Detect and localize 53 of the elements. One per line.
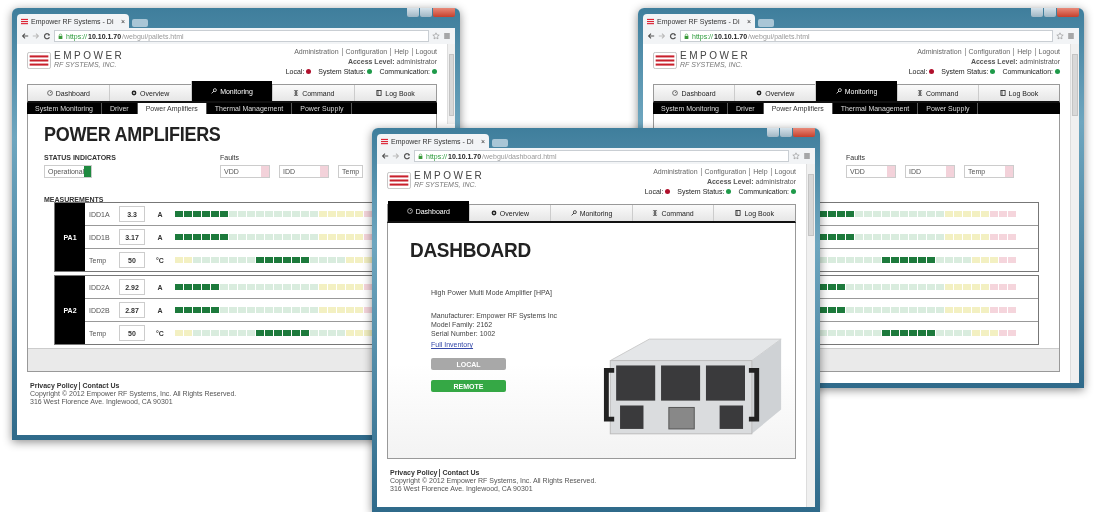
star-icon[interactable] — [792, 152, 800, 160]
new-tab-button[interactable] — [758, 19, 774, 27]
close-button[interactable] — [433, 8, 455, 17]
star-icon[interactable] — [1056, 32, 1064, 40]
minimize-button[interactable] — [1031, 8, 1043, 17]
forward-arrow-icon[interactable] — [658, 32, 666, 40]
new-tab-button[interactable] — [492, 139, 508, 147]
logo-icon — [387, 171, 411, 189]
maximize-button[interactable] — [780, 128, 792, 137]
logo-icon — [27, 51, 51, 69]
minimize-button[interactable] — [767, 128, 779, 137]
back-arrow-icon[interactable] — [21, 32, 29, 40]
lock-icon — [58, 32, 63, 40]
back-arrow-icon[interactable] — [381, 152, 389, 160]
gear-icon — [131, 90, 138, 96]
book-icon — [999, 90, 1006, 96]
reload-icon[interactable] — [43, 32, 51, 40]
book-icon — [376, 90, 383, 96]
forward-arrow-icon[interactable] — [392, 152, 400, 160]
key-icon — [211, 88, 218, 94]
page-title: POWER AMPLIFIERS — [44, 122, 221, 146]
scrollbar[interactable] — [1070, 44, 1079, 383]
scrollbar[interactable] — [806, 164, 815, 507]
back-arrow-icon[interactable] — [647, 32, 655, 40]
gauge-icon — [46, 90, 53, 96]
book-icon — [735, 210, 742, 216]
maximize-button[interactable] — [420, 8, 432, 17]
gauge-icon — [672, 90, 679, 96]
company-name: EMPOWER — [680, 51, 751, 61]
key-icon — [570, 210, 577, 216]
gear-icon — [490, 210, 497, 216]
page-icon — [381, 137, 388, 145]
company-name: EMPOWER — [414, 171, 485, 181]
reload-icon[interactable] — [403, 152, 411, 160]
page-icon — [21, 17, 28, 25]
reload-icon[interactable] — [669, 32, 677, 40]
company-name: EMPOWER — [54, 51, 125, 61]
lock-icon — [684, 32, 689, 40]
gear-icon — [756, 90, 763, 96]
key-icon — [835, 88, 842, 94]
logo-icon — [653, 51, 677, 69]
star-icon[interactable] — [432, 32, 440, 40]
lock-icon — [418, 152, 423, 160]
page-title: DASHBOARD — [410, 237, 532, 263]
page-icon — [647, 17, 654, 25]
new-tab-button[interactable] — [132, 19, 148, 27]
forward-arrow-icon[interactable] — [32, 32, 40, 40]
close-button[interactable] — [793, 128, 815, 137]
scrollbar[interactable] — [447, 44, 455, 124]
close-button[interactable] — [1057, 8, 1079, 17]
gauge-icon — [406, 208, 413, 214]
maximize-button[interactable] — [1044, 8, 1056, 17]
minimize-button[interactable] — [407, 8, 419, 17]
